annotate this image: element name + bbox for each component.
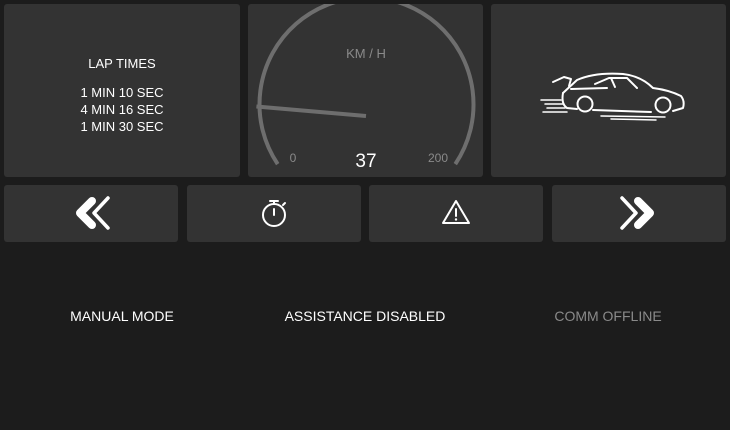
speedometer-min-label: 0 [290, 151, 297, 165]
double-chevron-left-icon [76, 196, 110, 230]
previous-button[interactable] [4, 185, 178, 242]
status-comm: COMM OFFLINE [554, 308, 662, 324]
speedometer-needle [256, 104, 367, 118]
lap-times-panel: LAP TIMES 1 MIN 10 SEC 4 MIN 16 SEC 1 MI… [4, 4, 240, 177]
speedometer-arc [257, 4, 476, 166]
warning-triangle-icon [442, 200, 470, 224]
lap-times-title: LAP TIMES [88, 56, 156, 71]
lap-times-list: 1 MIN 10 SEC 4 MIN 16 SEC 1 MIN 30 SEC [4, 84, 240, 135]
lap-time-entry: 1 MIN 30 SEC [80, 119, 164, 134]
speedometer-gauge: KM / H 0 200 37 [256, 4, 476, 172]
stopwatch-button[interactable] [187, 185, 361, 242]
lap-time-entry: 4 MIN 16 SEC [80, 102, 164, 117]
speedometer-panel: KM / H 0 200 37 [248, 4, 483, 177]
race-car-icon [540, 72, 685, 121]
status-assistance: ASSISTANCE DISABLED [284, 308, 446, 324]
stopwatch-icon [262, 200, 286, 227]
speedometer-max-label: 200 [428, 151, 448, 165]
warning-button[interactable] [369, 185, 543, 242]
status-mode: MANUAL MODE [70, 308, 174, 324]
speedometer-unit-label: KM / H [346, 46, 386, 61]
double-chevron-right-icon [620, 196, 654, 230]
lap-time-entry: 1 MIN 10 SEC [80, 85, 164, 100]
car-panel [491, 4, 726, 177]
speedometer-value: 37 [355, 151, 376, 172]
next-button[interactable] [552, 185, 726, 242]
